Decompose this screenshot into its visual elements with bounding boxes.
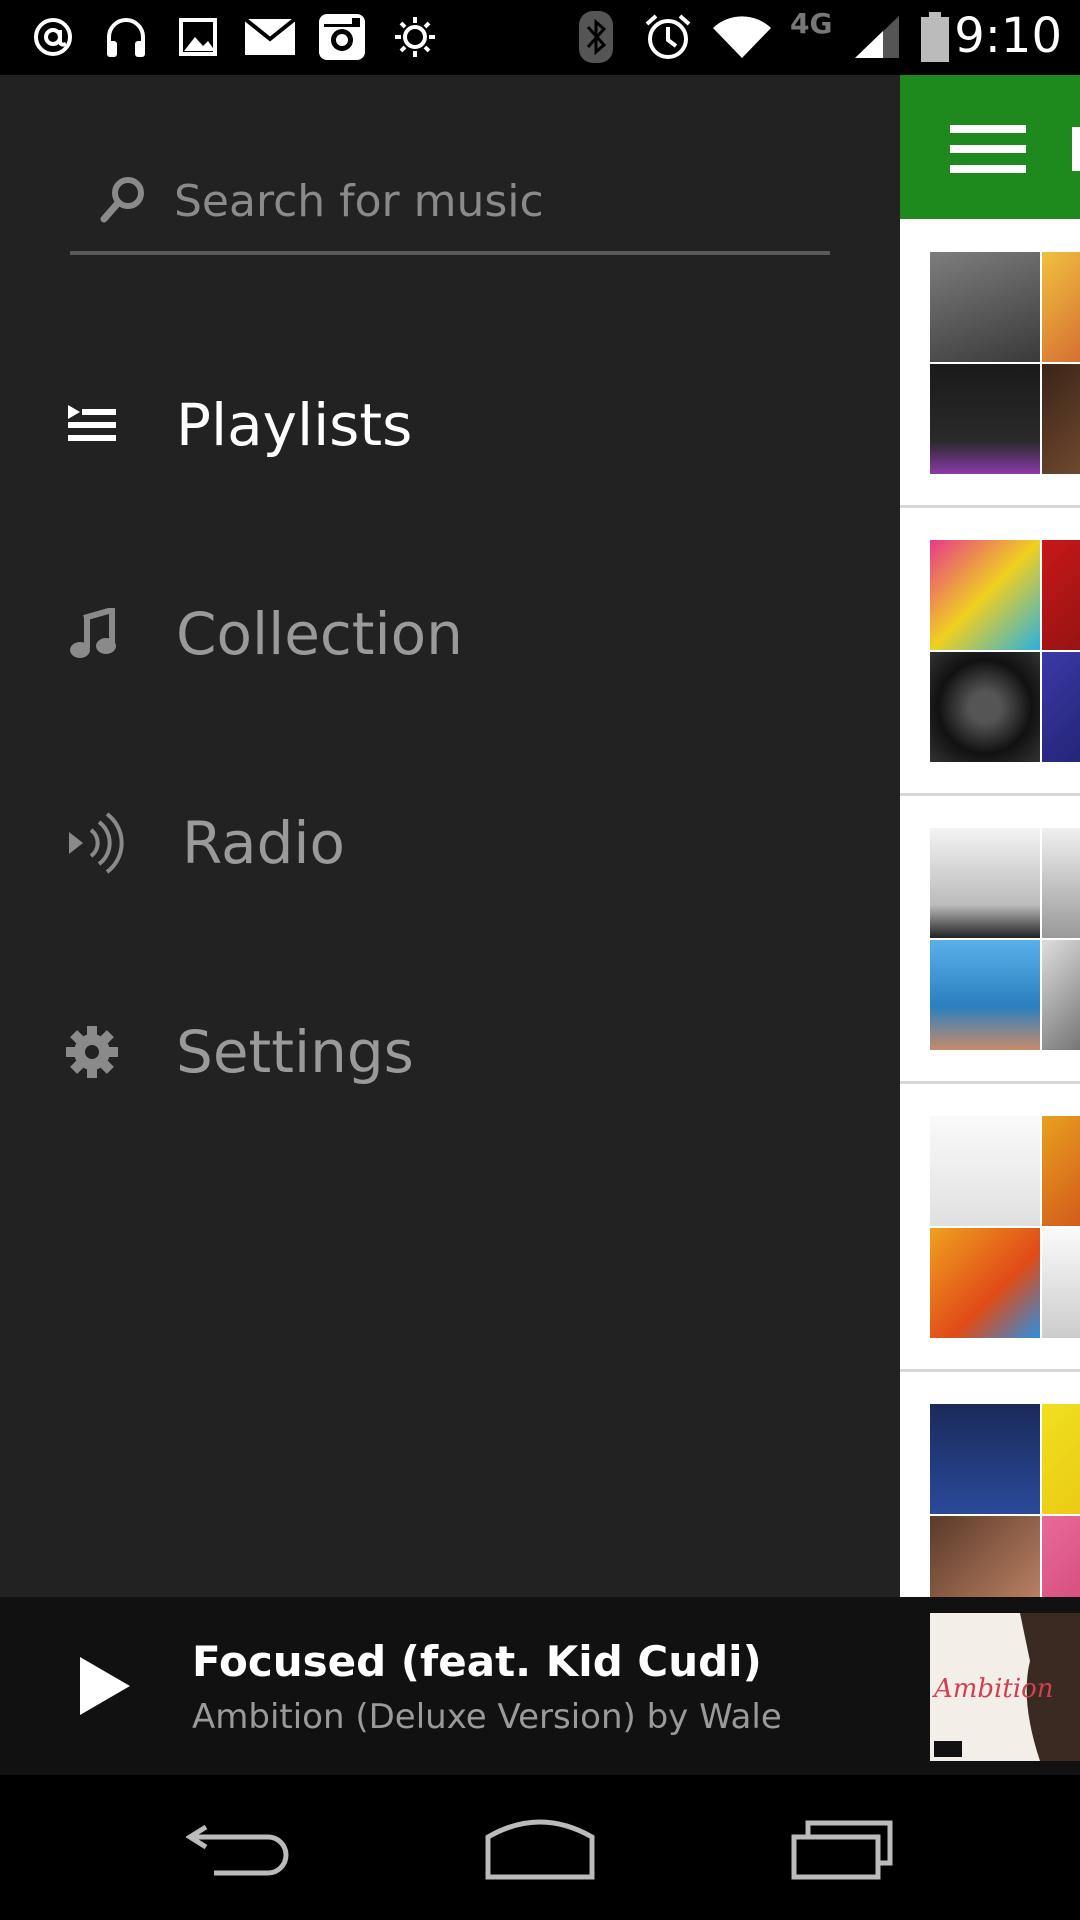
album-art bbox=[1042, 1228, 1080, 1338]
divider bbox=[900, 1081, 1080, 1084]
album-art bbox=[930, 940, 1040, 1050]
album-art bbox=[1042, 1516, 1080, 1597]
nav-item-label: Playlists bbox=[176, 391, 413, 459]
album-art bbox=[1042, 252, 1080, 362]
brightness-icon bbox=[392, 12, 438, 62]
album-art-lettering: Ambition bbox=[932, 1674, 1054, 1704]
nav-item-label: Radio bbox=[182, 809, 345, 877]
now-playing-title: Focused (feat. Kid Cudi) bbox=[192, 1637, 762, 1686]
alarm-icon bbox=[642, 12, 694, 62]
system-nav-bar bbox=[0, 1775, 1080, 1920]
album-art bbox=[1042, 364, 1080, 474]
mail-icon bbox=[244, 12, 296, 62]
album-art bbox=[930, 1516, 1040, 1597]
album-art bbox=[930, 1228, 1040, 1338]
navigation-drawer: Playlists Collection Radio Settings bbox=[0, 75, 900, 1597]
album-art bbox=[1042, 1116, 1080, 1226]
album-art bbox=[1042, 1404, 1080, 1514]
battery-icon bbox=[918, 12, 952, 62]
toolbar-title-edge bbox=[1072, 127, 1080, 171]
search-box[interactable] bbox=[70, 145, 830, 255]
playlists-panel bbox=[900, 75, 1080, 1597]
playlist-art[interactable] bbox=[930, 540, 1080, 762]
album-art bbox=[930, 364, 1040, 474]
album-art bbox=[1042, 828, 1080, 938]
album-art bbox=[1042, 540, 1080, 650]
divider bbox=[900, 505, 1080, 508]
instagram-icon bbox=[316, 12, 368, 62]
album-art bbox=[930, 252, 1040, 362]
home-icon[interactable] bbox=[484, 1813, 596, 1883]
network-type-label: 4G bbox=[790, 6, 833, 40]
playlist-art[interactable] bbox=[930, 252, 1080, 474]
back-icon[interactable] bbox=[185, 1813, 296, 1883]
menu-icon[interactable] bbox=[950, 125, 1026, 173]
headphones-icon bbox=[102, 12, 150, 62]
recent-apps-icon[interactable] bbox=[790, 1813, 896, 1883]
album-art bbox=[930, 828, 1040, 938]
divider bbox=[900, 793, 1080, 796]
divider bbox=[900, 1369, 1080, 1372]
radio-icon bbox=[56, 807, 136, 879]
playlist-art[interactable] bbox=[930, 1404, 1080, 1597]
now-playing-bar[interactable]: Focused (feat. Kid Cudi) Ambition (Delux… bbox=[0, 1597, 1080, 1775]
nav-item-collection[interactable]: Collection bbox=[0, 559, 900, 709]
album-art bbox=[930, 1404, 1040, 1514]
image-icon bbox=[176, 12, 220, 62]
app-toolbar bbox=[900, 75, 1080, 219]
album-art bbox=[1042, 940, 1080, 1050]
album-art bbox=[1042, 652, 1080, 762]
music-note-icon bbox=[56, 598, 128, 670]
wifi-icon bbox=[712, 12, 772, 62]
clock: 9:10 bbox=[954, 8, 1062, 64]
nav-item-playlists[interactable]: Playlists bbox=[0, 350, 900, 500]
now-playing-subtitle: Ambition (Deluxe Version) by Wale bbox=[192, 1697, 782, 1737]
play-icon[interactable] bbox=[74, 1653, 134, 1719]
now-playing-album-art[interactable]: Ambition bbox=[930, 1613, 1080, 1761]
nav-item-settings[interactable]: Settings bbox=[0, 977, 900, 1127]
playlist-art[interactable] bbox=[930, 828, 1080, 1050]
playlists-icon bbox=[56, 389, 128, 461]
nav-item-label: Collection bbox=[176, 600, 463, 668]
status-bar: 4G 9:10 bbox=[0, 0, 1080, 75]
bluetooth-icon bbox=[578, 11, 614, 63]
search-icon bbox=[98, 175, 148, 225]
album-art bbox=[930, 540, 1040, 650]
album-art bbox=[930, 652, 1040, 762]
search-input[interactable] bbox=[174, 171, 794, 231]
playlist-art[interactable] bbox=[930, 1116, 1080, 1338]
nav-item-radio[interactable]: Radio bbox=[0, 768, 900, 918]
nav-item-label: Settings bbox=[176, 1018, 414, 1086]
gear-icon bbox=[56, 1016, 128, 1088]
album-art bbox=[930, 1116, 1040, 1226]
at-icon bbox=[30, 12, 76, 62]
signal-icon bbox=[852, 12, 902, 62]
